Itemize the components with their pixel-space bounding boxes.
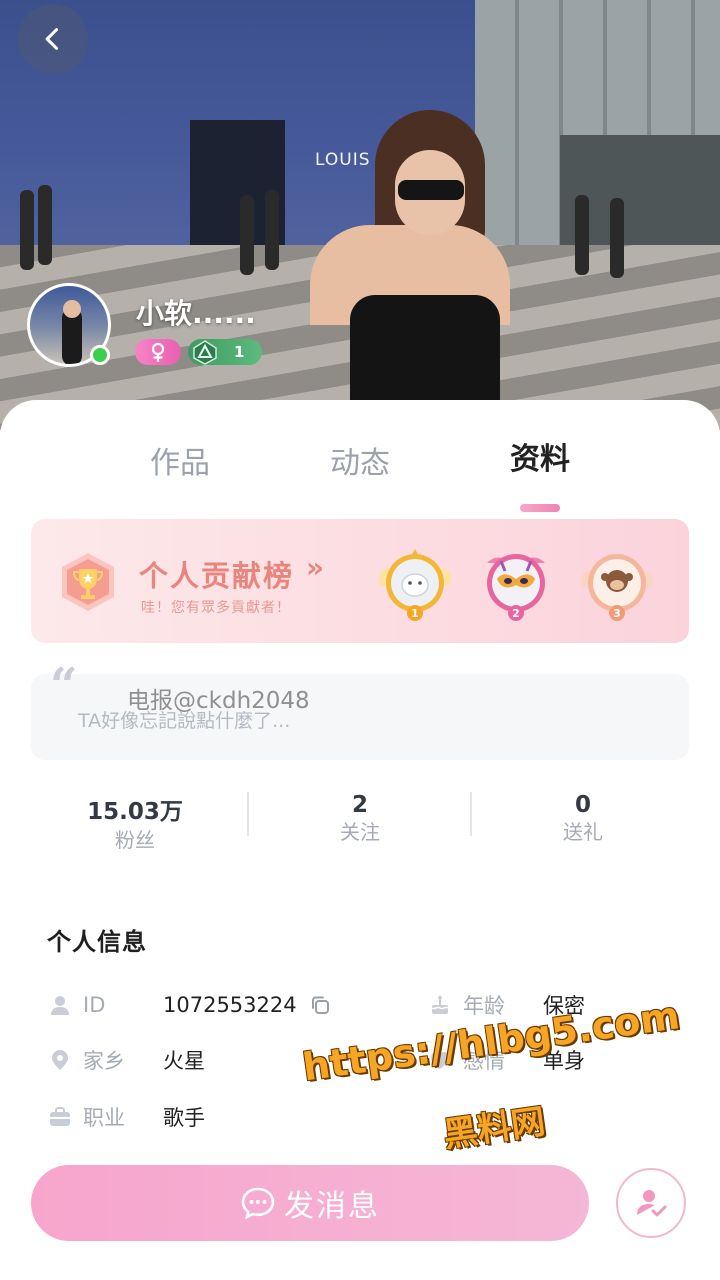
profile-sheet: 作品 动态 资料 个人贡献榜 » 哇！您有眾多貢獻者！ 1 2 3 “ TA好像… <box>0 400 720 1280</box>
divider <box>247 792 249 836</box>
hometown-value: 火星 <box>163 1049 205 1073</box>
contribution-subtitle: 哇！您有眾多貢獻者！ <box>141 600 291 616</box>
followers-count: 15.03万 <box>87 799 183 825</box>
online-status-dot <box>90 345 110 365</box>
following-count: 2 <box>351 792 368 818</box>
contribution-title: 个人贡献榜 <box>139 559 295 593</box>
id-label: ID <box>83 993 106 1017</box>
stat-following[interactable]: 2 关注 <box>265 792 455 845</box>
location-pin-icon <box>52 1050 68 1070</box>
pedestrian <box>575 195 589 275</box>
briefcase-icon <box>50 1107 70 1126</box>
info-row-id: ID 1072553224 <box>49 990 331 1020</box>
pedestrian <box>20 190 34 270</box>
tab-moments[interactable]: 动态 <box>330 438 390 482</box>
profile-tabs: 作品 动态 资料 <box>0 430 720 512</box>
trophy-icon <box>62 553 114 611</box>
profile-cover-photo: LOUIS VUITT <box>0 0 720 430</box>
chat-bubble-icon <box>241 1187 275 1220</box>
medal-rank-1: 1 <box>411 607 419 620</box>
user-icon <box>51 996 69 1015</box>
active-tab-indicator <box>520 504 560 512</box>
medal-rank-3: 3 <box>613 607 621 620</box>
stats-bar: 15.03万 粉丝 2 关注 0 送礼 <box>0 792 720 852</box>
quote-icon: “ <box>50 658 78 714</box>
double-chevron-right-icon: » <box>306 551 325 584</box>
stat-gifts[interactable]: 0 送礼 <box>488 792 678 845</box>
tab-profile-info[interactable]: 资料 <box>510 434 570 478</box>
gender-badge <box>135 339 181 365</box>
back-button[interactable] <box>18 4 88 74</box>
send-message-button[interactable]: 发消息 <box>31 1165 589 1241</box>
hometown-label: 家乡 <box>83 1049 125 1073</box>
silver-medal-icon[interactable]: 2 <box>475 545 557 623</box>
following-label: 关注 <box>340 820 380 844</box>
chevron-left-icon <box>45 28 59 50</box>
info-row-occupation: 职业 歌手 <box>49 1102 205 1132</box>
id-value: 1072553224 <box>163 993 297 1017</box>
pedestrian <box>610 198 624 278</box>
divider <box>470 792 472 836</box>
user-check-icon <box>637 1190 667 1217</box>
followers-label: 粉丝 <box>115 828 155 852</box>
tab-works[interactable]: 作品 <box>150 438 210 482</box>
pedestrian <box>38 185 52 265</box>
occupation-value: 歌手 <box>163 1106 205 1130</box>
contribution-ranking-card[interactable]: 个人贡献榜 » 哇！您有眾多貢獻者！ 1 2 3 <box>31 519 689 643</box>
gifts-count: 0 <box>574 792 591 818</box>
follow-user-button[interactable] <box>616 1168 686 1238</box>
personal-info-title: 个人信息 <box>47 928 147 956</box>
info-row-hometown: 家乡 火星 <box>49 1045 205 1075</box>
send-message-label: 发消息 <box>284 1189 380 1224</box>
pedestrian <box>265 190 279 270</box>
bronze-medal-icon[interactable]: 3 <box>576 545 658 623</box>
level-emblem-icon <box>193 340 217 365</box>
medal-rank-2: 2 <box>512 607 520 620</box>
birthday-cake-icon <box>431 995 449 1014</box>
level-number: 1 <box>234 343 245 361</box>
copy-icon[interactable] <box>309 994 331 1016</box>
pedestrian <box>240 195 254 275</box>
telegram-watermark: 电报@ckdh2048 <box>127 688 310 714</box>
gold-medal-icon[interactable]: 1 <box>374 545 456 623</box>
cover-person <box>280 110 510 430</box>
female-icon <box>151 342 165 362</box>
gifts-label: 送礼 <box>563 820 603 844</box>
stat-followers[interactable]: 15.03万 粉丝 <box>40 792 230 853</box>
occupation-label: 职业 <box>83 1106 125 1130</box>
nickname: 小软...... <box>136 297 256 330</box>
level-badge: 1 <box>188 339 262 365</box>
